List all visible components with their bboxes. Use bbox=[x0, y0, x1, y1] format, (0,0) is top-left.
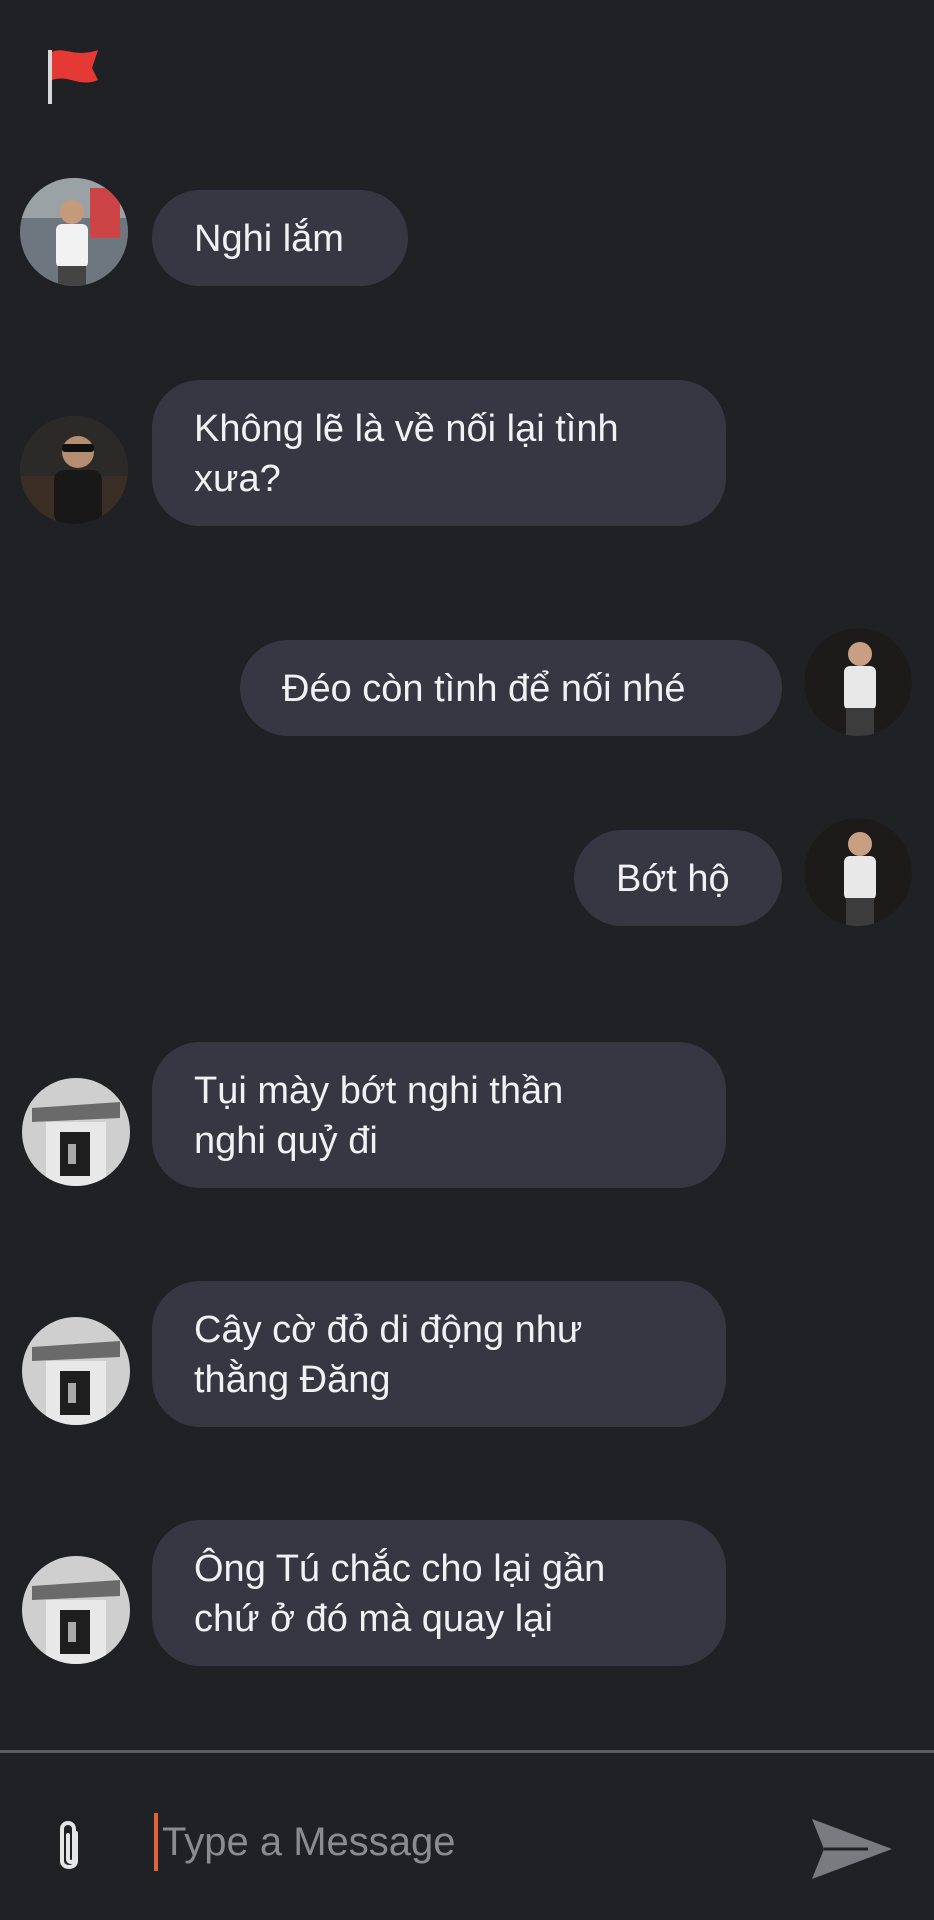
message-bubble[interactable]: Cây cờ đỏ di động như thằng Đăng bbox=[152, 1281, 726, 1427]
message-row: Không lẽ là về nối lại tình xưa? bbox=[0, 380, 934, 526]
message-text: Cây cờ đỏ di động như bbox=[194, 1309, 583, 1351]
red-flag-icon[interactable] bbox=[40, 44, 104, 108]
message-row: Cây cờ đỏ di động như thằng Đăng bbox=[0, 1281, 934, 1427]
message-text: thằng Đăng bbox=[194, 1359, 391, 1401]
paperclip-icon[interactable] bbox=[48, 1817, 90, 1877]
message-bubble[interactable]: Ông Tú chắc cho lại gần chứ ở đó mà quay… bbox=[152, 1520, 726, 1666]
send-icon[interactable] bbox=[808, 1813, 894, 1885]
message-bubble[interactable]: Tụi mày bớt nghi thần nghi quỷ đi bbox=[152, 1042, 726, 1188]
message-text: Tụi mày bớt nghi thần bbox=[194, 1070, 564, 1112]
avatar[interactable] bbox=[22, 1556, 130, 1664]
avatar[interactable] bbox=[22, 1317, 130, 1425]
avatar[interactable] bbox=[20, 416, 128, 524]
message-text: Nghi lắm bbox=[194, 218, 344, 260]
message-text: Không lẽ là về nối lại tình bbox=[194, 408, 619, 450]
message-composer bbox=[0, 1753, 934, 1920]
message-row: Tụi mày bớt nghi thần nghi quỷ đi bbox=[0, 1042, 934, 1188]
message-input[interactable] bbox=[162, 1807, 762, 1877]
message-text: xưa? bbox=[194, 458, 281, 500]
message-bubble[interactable]: Bớt hộ bbox=[574, 830, 782, 926]
message-input-wrapper bbox=[154, 1807, 774, 1877]
message-row: Đéo còn tình để nối nhé bbox=[0, 628, 934, 738]
message-text: chứ ở đó mà quay lại bbox=[194, 1598, 553, 1640]
message-bubble[interactable]: Đéo còn tình để nối nhé bbox=[240, 640, 782, 736]
avatar[interactable] bbox=[804, 818, 912, 926]
avatar[interactable] bbox=[22, 1078, 130, 1186]
message-text: Đéo còn tình để nối nhé bbox=[282, 668, 686, 710]
message-row: Nghi lắm bbox=[0, 178, 934, 288]
chat-screen: Nghi lắm Không lẽ là về nối lại tình xưa… bbox=[0, 0, 934, 1920]
message-text: Bớt hộ bbox=[616, 858, 730, 900]
message-text: Ông Tú chắc cho lại gần bbox=[194, 1548, 606, 1590]
message-bubble[interactable]: Nghi lắm bbox=[152, 190, 408, 286]
avatar[interactable] bbox=[804, 628, 912, 736]
avatar[interactable] bbox=[20, 178, 128, 286]
message-row: Bớt hộ bbox=[0, 818, 934, 928]
message-bubble[interactable]: Không lẽ là về nối lại tình xưa? bbox=[152, 380, 726, 526]
text-caret bbox=[154, 1813, 158, 1871]
message-text: nghi quỷ đi bbox=[194, 1120, 378, 1162]
message-row: Ông Tú chắc cho lại gần chứ ở đó mà quay… bbox=[0, 1520, 934, 1666]
